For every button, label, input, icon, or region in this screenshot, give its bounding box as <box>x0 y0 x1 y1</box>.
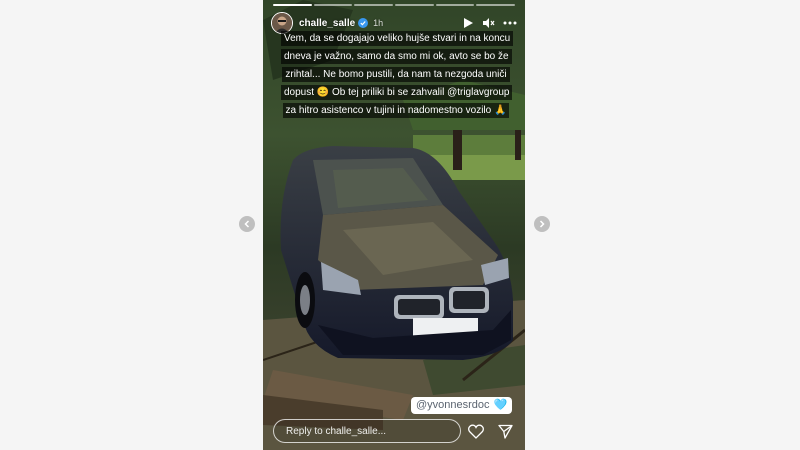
heart-icon[interactable] <box>468 424 484 439</box>
progress-segment <box>313 4 353 6</box>
verified-badge-icon <box>358 18 369 28</box>
previous-story-button[interactable] <box>239 216 255 232</box>
progress-segment <box>273 4 312 6</box>
progress-segment <box>435 4 475 6</box>
progress-segment <box>476 4 516 6</box>
heart-emoji: 🩵 <box>493 399 508 411</box>
send-icon[interactable] <box>498 424 513 439</box>
progress-segment <box>395 4 434 6</box>
mute-icon[interactable] <box>482 17 495 29</box>
story-footer <box>273 418 519 444</box>
more-icon[interactable] <box>503 17 517 29</box>
progress-segment <box>354 4 394 6</box>
story-viewer[interactable]: challe_salle 1h Vem, da se dogajajo veli… <box>263 0 525 450</box>
story-caption: Vem, da se dogajajo veliko hujše stvari … <box>281 30 514 120</box>
play-icon[interactable] <box>462 17 474 29</box>
reply-input[interactable] <box>286 425 446 437</box>
story-username[interactable]: challe_salle <box>299 18 355 29</box>
next-story-button[interactable] <box>534 216 550 232</box>
mention-text: @yvonnesrdoc <box>416 399 490 411</box>
story-timestamp: 1h <box>373 18 384 28</box>
mention-sticker[interactable]: @yvonnesrdoc 🩵 <box>411 397 513 414</box>
chevron-left-icon <box>244 220 250 228</box>
caption-text: Vem, da se dogajajo veliko hujše stvari … <box>281 31 514 118</box>
reply-field[interactable] <box>273 419 461 443</box>
chevron-right-icon <box>539 220 545 228</box>
story-progress-bar <box>273 4 516 6</box>
